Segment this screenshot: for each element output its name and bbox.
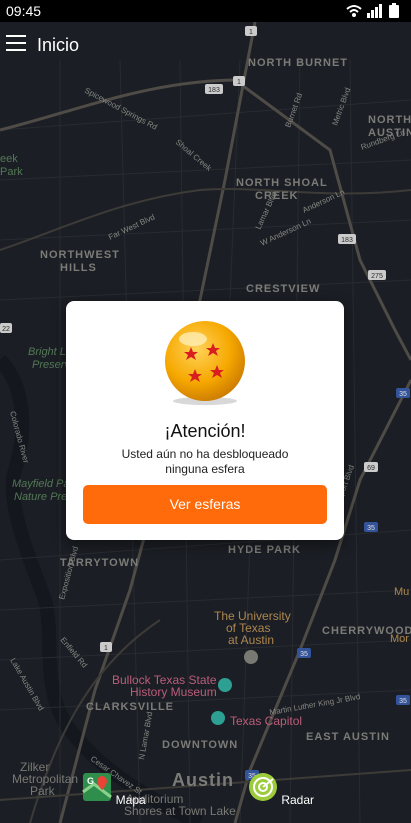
menu-icon[interactable] [6,35,26,51]
signal-icon [367,4,382,18]
radar-icon [248,773,277,801]
dialog-message-line-1: Usted aún no ha desbloqueado [121,447,289,461]
nav-radar[interactable]: Radar [246,772,316,807]
nav-mapa-label: Mapa [115,793,146,807]
ver-esferas-button[interactable]: Ver esferas [83,485,327,524]
battery-icon [389,3,399,18]
page-title: Inicio [37,35,80,55]
app-bar: Inicio [0,22,411,68]
map-icon: G [82,773,113,801]
attention-dialog: ¡Atención! Usted aún no ha desbloqueado … [66,301,344,540]
dialog-message-line-2: ninguna esfera [165,462,245,476]
status-bar: 09:45 [0,0,411,22]
bottom-navigation: G Mapa Radar [0,762,411,823]
dialog-title: ¡Atención! [164,421,246,441]
nav-mapa[interactable]: G Mapa [79,772,149,807]
status-icons [346,3,399,18]
dragon-ball-icon [165,321,245,405]
svg-text:G: G [87,776,94,786]
nav-radar-label: Radar [281,793,315,807]
wifi-icon [346,5,362,17]
status-time: 09:45 [6,3,42,19]
dialog-message: Usted aún no ha desbloqueado ninguna esf… [106,447,304,477]
